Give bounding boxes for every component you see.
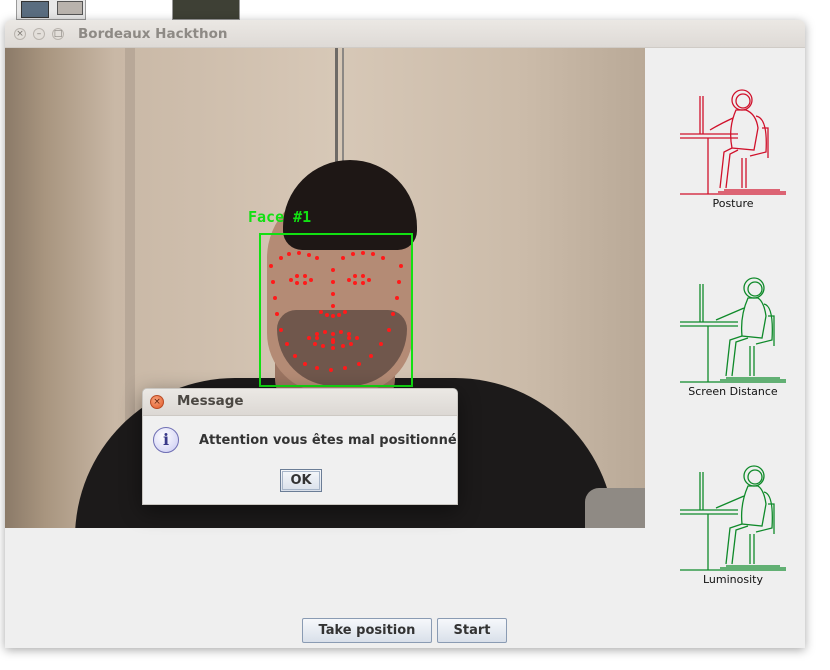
thumbnail-image bbox=[21, 1, 49, 18]
window-titlebar[interactable]: × – □ Bordeaux Hackthon bbox=[5, 20, 805, 48]
landmark-dot bbox=[379, 342, 383, 346]
landmark-dot bbox=[371, 252, 375, 256]
landmark-dot bbox=[331, 280, 335, 284]
landmark-dot bbox=[307, 253, 311, 257]
landmark-dot bbox=[331, 292, 335, 296]
landmark-dot bbox=[285, 342, 289, 346]
landmark-dot bbox=[297, 251, 301, 255]
landmark-dot bbox=[289, 278, 293, 282]
posture-indicator: Posture bbox=[673, 88, 793, 210]
posture-icon bbox=[680, 89, 786, 195]
main-window: × – □ Bordeaux Hackthon Face #1 Posture … bbox=[5, 20, 805, 648]
message-dialog: × Message i Attention vous êtes mal posi… bbox=[142, 388, 458, 505]
landmark-dot bbox=[367, 278, 371, 282]
landmark-dot bbox=[287, 252, 291, 256]
landmark-dot bbox=[395, 296, 399, 300]
landmark-dot bbox=[399, 264, 403, 268]
landmark-dot bbox=[295, 281, 299, 285]
landmark-dot bbox=[315, 256, 319, 260]
dialog-titlebar[interactable]: × Message bbox=[143, 389, 457, 416]
screen-distance-indicator: Screen Distance bbox=[673, 276, 793, 398]
landmark-dot bbox=[325, 313, 329, 317]
landmark-dot bbox=[391, 312, 395, 316]
screen-distance-label: Screen Distance bbox=[688, 385, 778, 398]
background-couch bbox=[585, 488, 645, 528]
thumbnail-image bbox=[57, 1, 83, 15]
landmark-dot bbox=[337, 313, 341, 317]
landmark-dot bbox=[329, 368, 333, 372]
info-icon: i bbox=[153, 427, 179, 453]
landmark-dot bbox=[275, 312, 279, 316]
landmark-dot bbox=[343, 310, 347, 314]
landmark-dot bbox=[313, 342, 317, 346]
landmark-dot bbox=[307, 336, 311, 340]
landmark-dot bbox=[271, 280, 275, 284]
landmark-dot bbox=[361, 281, 365, 285]
landmark-dot bbox=[331, 332, 335, 336]
landmark-dot bbox=[321, 344, 325, 348]
landmark-dot bbox=[347, 336, 351, 340]
background-window-thumbnail[interactable] bbox=[16, 0, 86, 20]
start-button[interactable]: Start bbox=[437, 618, 507, 643]
landmark-dot bbox=[369, 354, 373, 358]
screen-distance-icon bbox=[680, 277, 786, 383]
landmark-dot bbox=[331, 340, 335, 344]
landmark-dot bbox=[387, 328, 391, 332]
landmark-dot bbox=[357, 362, 361, 366]
landmark-dot bbox=[323, 330, 327, 334]
landmark-dot bbox=[293, 354, 297, 358]
landmark-dot bbox=[279, 256, 283, 260]
luminosity-icon bbox=[680, 465, 786, 571]
landmark-dot bbox=[347, 278, 351, 282]
landmark-dot bbox=[341, 256, 345, 260]
landmark-dot bbox=[279, 328, 283, 332]
landmark-dot bbox=[339, 330, 343, 334]
landmark-dot bbox=[331, 268, 335, 272]
landmark-dot bbox=[381, 256, 385, 260]
landmark-dot bbox=[315, 366, 319, 370]
landmark-dot bbox=[319, 310, 323, 314]
landmark-dot bbox=[303, 362, 307, 366]
landmark-dot bbox=[353, 274, 357, 278]
landmark-dot bbox=[315, 336, 319, 340]
window-maximize-button[interactable]: □ bbox=[52, 28, 64, 40]
landmark-dot bbox=[341, 344, 345, 348]
landmark-dot bbox=[343, 366, 347, 370]
landmark-dot bbox=[303, 281, 307, 285]
landmark-dot bbox=[303, 274, 307, 278]
landmark-dot bbox=[295, 274, 299, 278]
window-close-button[interactable]: × bbox=[14, 28, 26, 40]
window-title: Bordeaux Hackthon bbox=[78, 26, 228, 42]
landmark-dot bbox=[355, 336, 359, 340]
dialog-close-icon[interactable]: × bbox=[150, 395, 164, 409]
ok-button[interactable]: OK bbox=[280, 469, 322, 492]
window-minimize-button[interactable]: – bbox=[33, 28, 45, 40]
landmark-dot bbox=[361, 251, 365, 255]
face-detection-label: Face #1 bbox=[248, 208, 312, 226]
landmark-dot bbox=[397, 280, 401, 284]
luminosity-label: Luminosity bbox=[703, 573, 763, 586]
dialog-title: Message bbox=[177, 393, 244, 409]
landmark-dot bbox=[361, 274, 365, 278]
posture-label: Posture bbox=[712, 197, 754, 210]
luminosity-indicator: Luminosity bbox=[673, 464, 793, 586]
landmark-dot bbox=[273, 296, 277, 300]
landmark-dot bbox=[331, 346, 335, 350]
landmark-dot bbox=[309, 278, 313, 282]
landmark-dot bbox=[351, 252, 355, 256]
landmark-dot bbox=[331, 314, 335, 318]
dialog-message: Attention vous êtes mal positionné bbox=[199, 433, 457, 448]
take-position-button[interactable]: Take position bbox=[302, 618, 432, 643]
landmark-dot bbox=[331, 304, 335, 308]
landmark-dot bbox=[349, 342, 353, 346]
landmark-dot bbox=[269, 264, 273, 268]
background-window-thumbnail[interactable] bbox=[172, 0, 240, 20]
landmark-dot bbox=[353, 281, 357, 285]
